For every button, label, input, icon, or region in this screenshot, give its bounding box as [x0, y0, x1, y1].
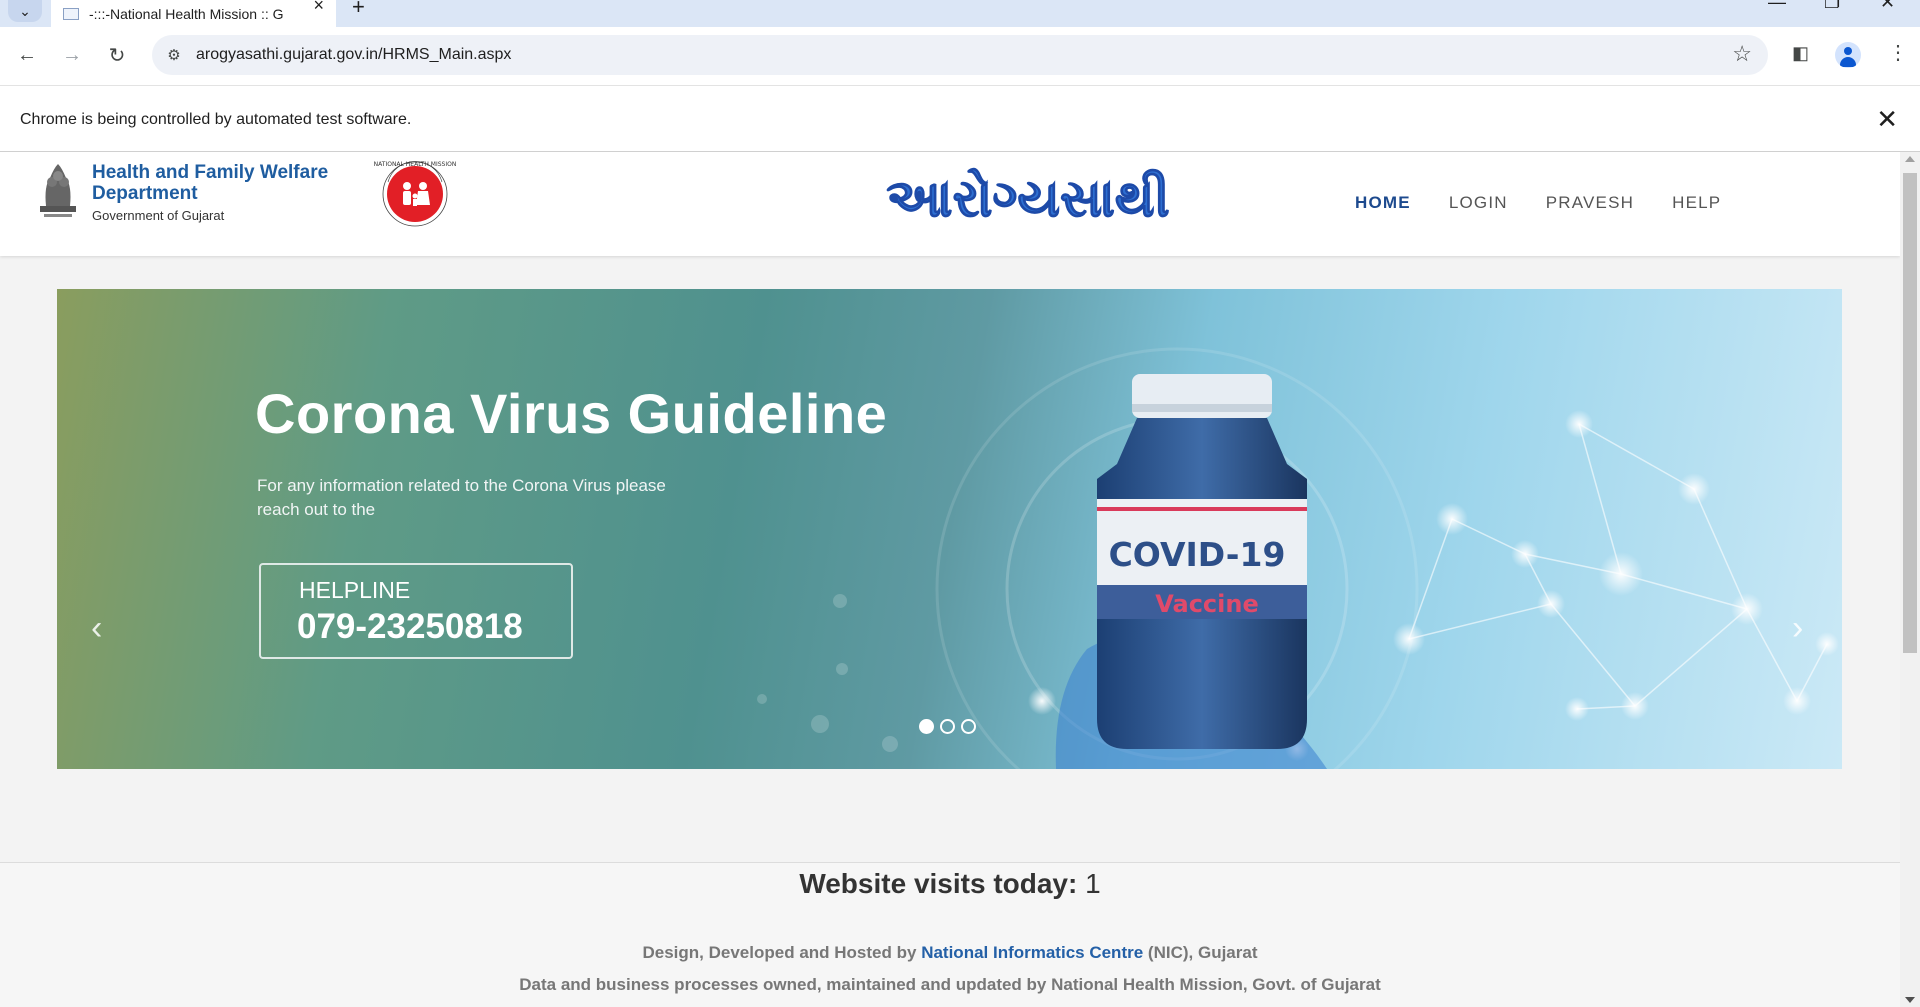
nav-login[interactable]: LOGIN: [1449, 193, 1508, 213]
ownership-line: Data and business processes owned, maint…: [519, 975, 1381, 994]
tab-search-button[interactable]: ⌄: [8, 0, 42, 22]
address-bar[interactable]: ⚙ arogyasathi.gujarat.gov.in/HRMS_Main.a…: [152, 35, 1768, 75]
state-emblem-icon: [40, 164, 76, 217]
carousel-indicator-2[interactable]: [940, 719, 955, 734]
helpline-number: 079-23250818: [297, 607, 523, 646]
page-viewport: Health and Family Welfare Department Gov…: [0, 152, 1900, 1007]
credits-line: Design, Developed and Hosted by National…: [0, 943, 1900, 963]
infobar-close-icon[interactable]: ✕: [1876, 104, 1898, 135]
nhm-logo: NATIONAL HEALTH MISSION: [374, 161, 457, 227]
site-header: Health and Family Welfare Department Gov…: [0, 152, 1900, 256]
slide-text: For any information related to the Coron…: [257, 476, 666, 519]
active-tab[interactable]: -:::-National Health Mission :: G ×: [51, 0, 336, 27]
tab-title: -:::-National Health Mission :: G: [89, 5, 284, 22]
menu-kebab-icon[interactable]: ⋮: [1888, 40, 1908, 65]
nav-help[interactable]: HELP: [1672, 193, 1721, 213]
carousel-prev-icon[interactable]: ‹: [91, 609, 102, 648]
nav-home[interactable]: HOME: [1355, 193, 1411, 213]
reload-icon[interactable]: ↻: [103, 41, 131, 69]
nic-link[interactable]: National Informatics Centre: [921, 943, 1143, 962]
department-name: Health and Family Welfare Department: [92, 162, 329, 204]
carousel-indicator-1[interactable]: [919, 719, 934, 734]
credits-prefix: Design, Developed and Hosted by: [642, 943, 917, 962]
slide-title: Corona Virus Guideline: [255, 382, 888, 445]
window-close-icon[interactable]: ✕: [1880, 0, 1895, 13]
credits-suffix: (NIC), Gujarat: [1147, 943, 1258, 962]
infobar-message: Chrome is being controlled by automated …: [20, 111, 412, 128]
site-info-icon[interactable]: ⚙: [162, 43, 186, 67]
side-panel-icon[interactable]: ◧: [1792, 43, 1809, 64]
profile-avatar-icon[interactable]: [1835, 42, 1861, 68]
tab-strip: ⌄ -:::-National Health Mission :: G × + …: [0, 0, 1920, 27]
visits-count: 1: [1085, 868, 1101, 899]
chevron-down-icon: ⌄: [19, 2, 31, 19]
vial-label: COVID-19: [1109, 535, 1286, 574]
scroll-thumb[interactable]: [1903, 173, 1917, 653]
forward-icon[interactable]: →: [58, 41, 86, 69]
brand-logo-text: આરોગ્યસાથી: [886, 168, 1169, 229]
visits-label: Website visits today:: [799, 868, 1078, 899]
automation-infobar: Chrome is being controlled by automated …: [0, 85, 1920, 152]
tab-close-icon[interactable]: ×: [313, 0, 324, 14]
hero-carousel: COVID-19 Vaccine Corona Virus Guideline …: [57, 289, 1842, 769]
scroll-down-icon[interactable]: [1905, 997, 1915, 1003]
scroll-up-icon[interactable]: [1905, 156, 1915, 162]
arogyasathi-brand-logo: આરોગ્યસાથી: [886, 168, 1170, 230]
helpline-box: HELPLINE 079-23250818: [259, 563, 573, 659]
main-nav: HOME LOGIN PRAVESH HELP: [1355, 193, 1759, 213]
page-scrollbar[interactable]: [1900, 152, 1920, 1007]
carousel-indicators: [919, 719, 976, 734]
nhm-ring-text: NATIONAL HEALTH MISSION: [374, 161, 457, 168]
vial-sublabel: Vaccine: [1155, 590, 1259, 618]
carousel-next-icon[interactable]: ›: [1792, 609, 1803, 648]
minimize-icon[interactable]: —: [1768, 0, 1786, 13]
department-subtitle: Government of Gujarat: [92, 208, 225, 223]
restore-icon[interactable]: ❐: [1824, 0, 1840, 13]
visit-counter: Website visits today: 1: [0, 868, 1900, 900]
site-footer: Website visits today: 1 Design, Develope…: [0, 862, 1900, 1007]
helpline-label: HELPLINE: [299, 577, 411, 603]
back-icon[interactable]: ←: [13, 41, 41, 69]
carousel-background-art: COVID-19 Vaccine: [757, 347, 1839, 769]
browser-toolbar: ← → ↻ ⚙ arogyasathi.gujarat.gov.in/HRMS_…: [0, 27, 1920, 85]
carousel-indicator-3[interactable]: [961, 719, 976, 734]
url-text[interactable]: arogyasathi.gujarat.gov.in/HRMS_Main.asp…: [196, 46, 511, 64]
new-tab-icon[interactable]: +: [352, 0, 365, 20]
bookmark-star-icon[interactable]: ☆: [1732, 41, 1752, 67]
nav-pravesh[interactable]: PRAVESH: [1546, 193, 1634, 213]
page-favicon-icon: [63, 7, 79, 20]
